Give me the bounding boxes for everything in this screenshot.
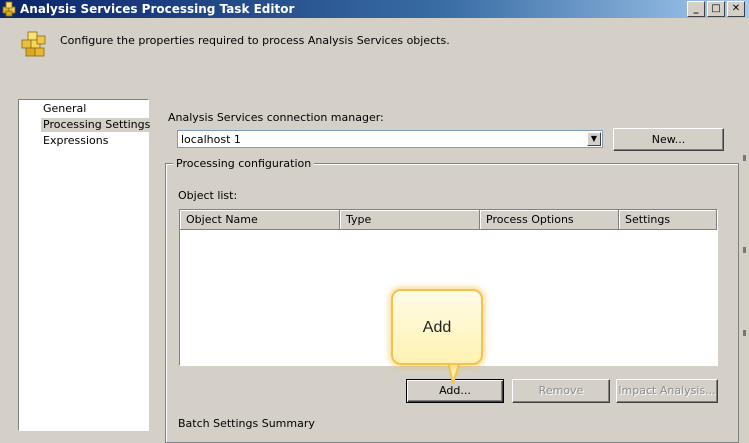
tutorial-callout: Add [391, 289, 483, 365]
processing-configuration-title: Processing configuration [173, 157, 315, 170]
column-header-object-name[interactable]: Object Name [180, 210, 340, 230]
nav-item-processing-settings[interactable]: Processing Settings [41, 118, 153, 132]
callout-pointer [447, 362, 461, 384]
nav-item-expressions[interactable]: Expressions [41, 134, 110, 148]
window-title: Analysis Services Processing Task Editor [20, 2, 295, 16]
page-nav: General Processing Settings Expressions [18, 99, 153, 431]
resize-grip [743, 247, 746, 253]
column-header-process-options[interactable]: Process Options [480, 210, 619, 230]
impact-analysis-button[interactable]: Impact Analysis... [616, 379, 718, 403]
resize-grip [743, 330, 746, 336]
connection-manager-label: Analysis Services connection manager: [168, 111, 384, 124]
connection-manager-select[interactable]: localhost 1 ▼ [177, 130, 603, 148]
header-description: Configure the properties required to pro… [60, 34, 450, 47]
callout-text: Add [422, 319, 452, 336]
column-header-type[interactable]: Type [340, 210, 480, 230]
cube-icon [21, 31, 46, 57]
connection-manager-value: localhost 1 [181, 133, 241, 146]
column-header-settings[interactable]: Settings [619, 210, 717, 230]
minimize-button[interactable]: _ [687, 1, 705, 17]
resize-grip [743, 155, 746, 161]
nav-item-general[interactable]: General [41, 102, 88, 116]
object-list-label: Object list: [178, 189, 238, 202]
close-button[interactable]: ✕ [727, 1, 745, 17]
chevron-down-icon[interactable]: ▼ [587, 132, 601, 146]
remove-button[interactable]: Remove [512, 379, 610, 403]
cube-icon [2, 1, 16, 17]
maximize-button[interactable]: □ [707, 1, 725, 17]
new-connection-button[interactable]: New... [613, 128, 724, 151]
batch-settings-summary-label: Batch Settings Summary [178, 417, 315, 430]
title-bar: Analysis Services Processing Task Editor… [0, 0, 749, 18]
window-controls: _ □ ✕ [687, 1, 745, 17]
